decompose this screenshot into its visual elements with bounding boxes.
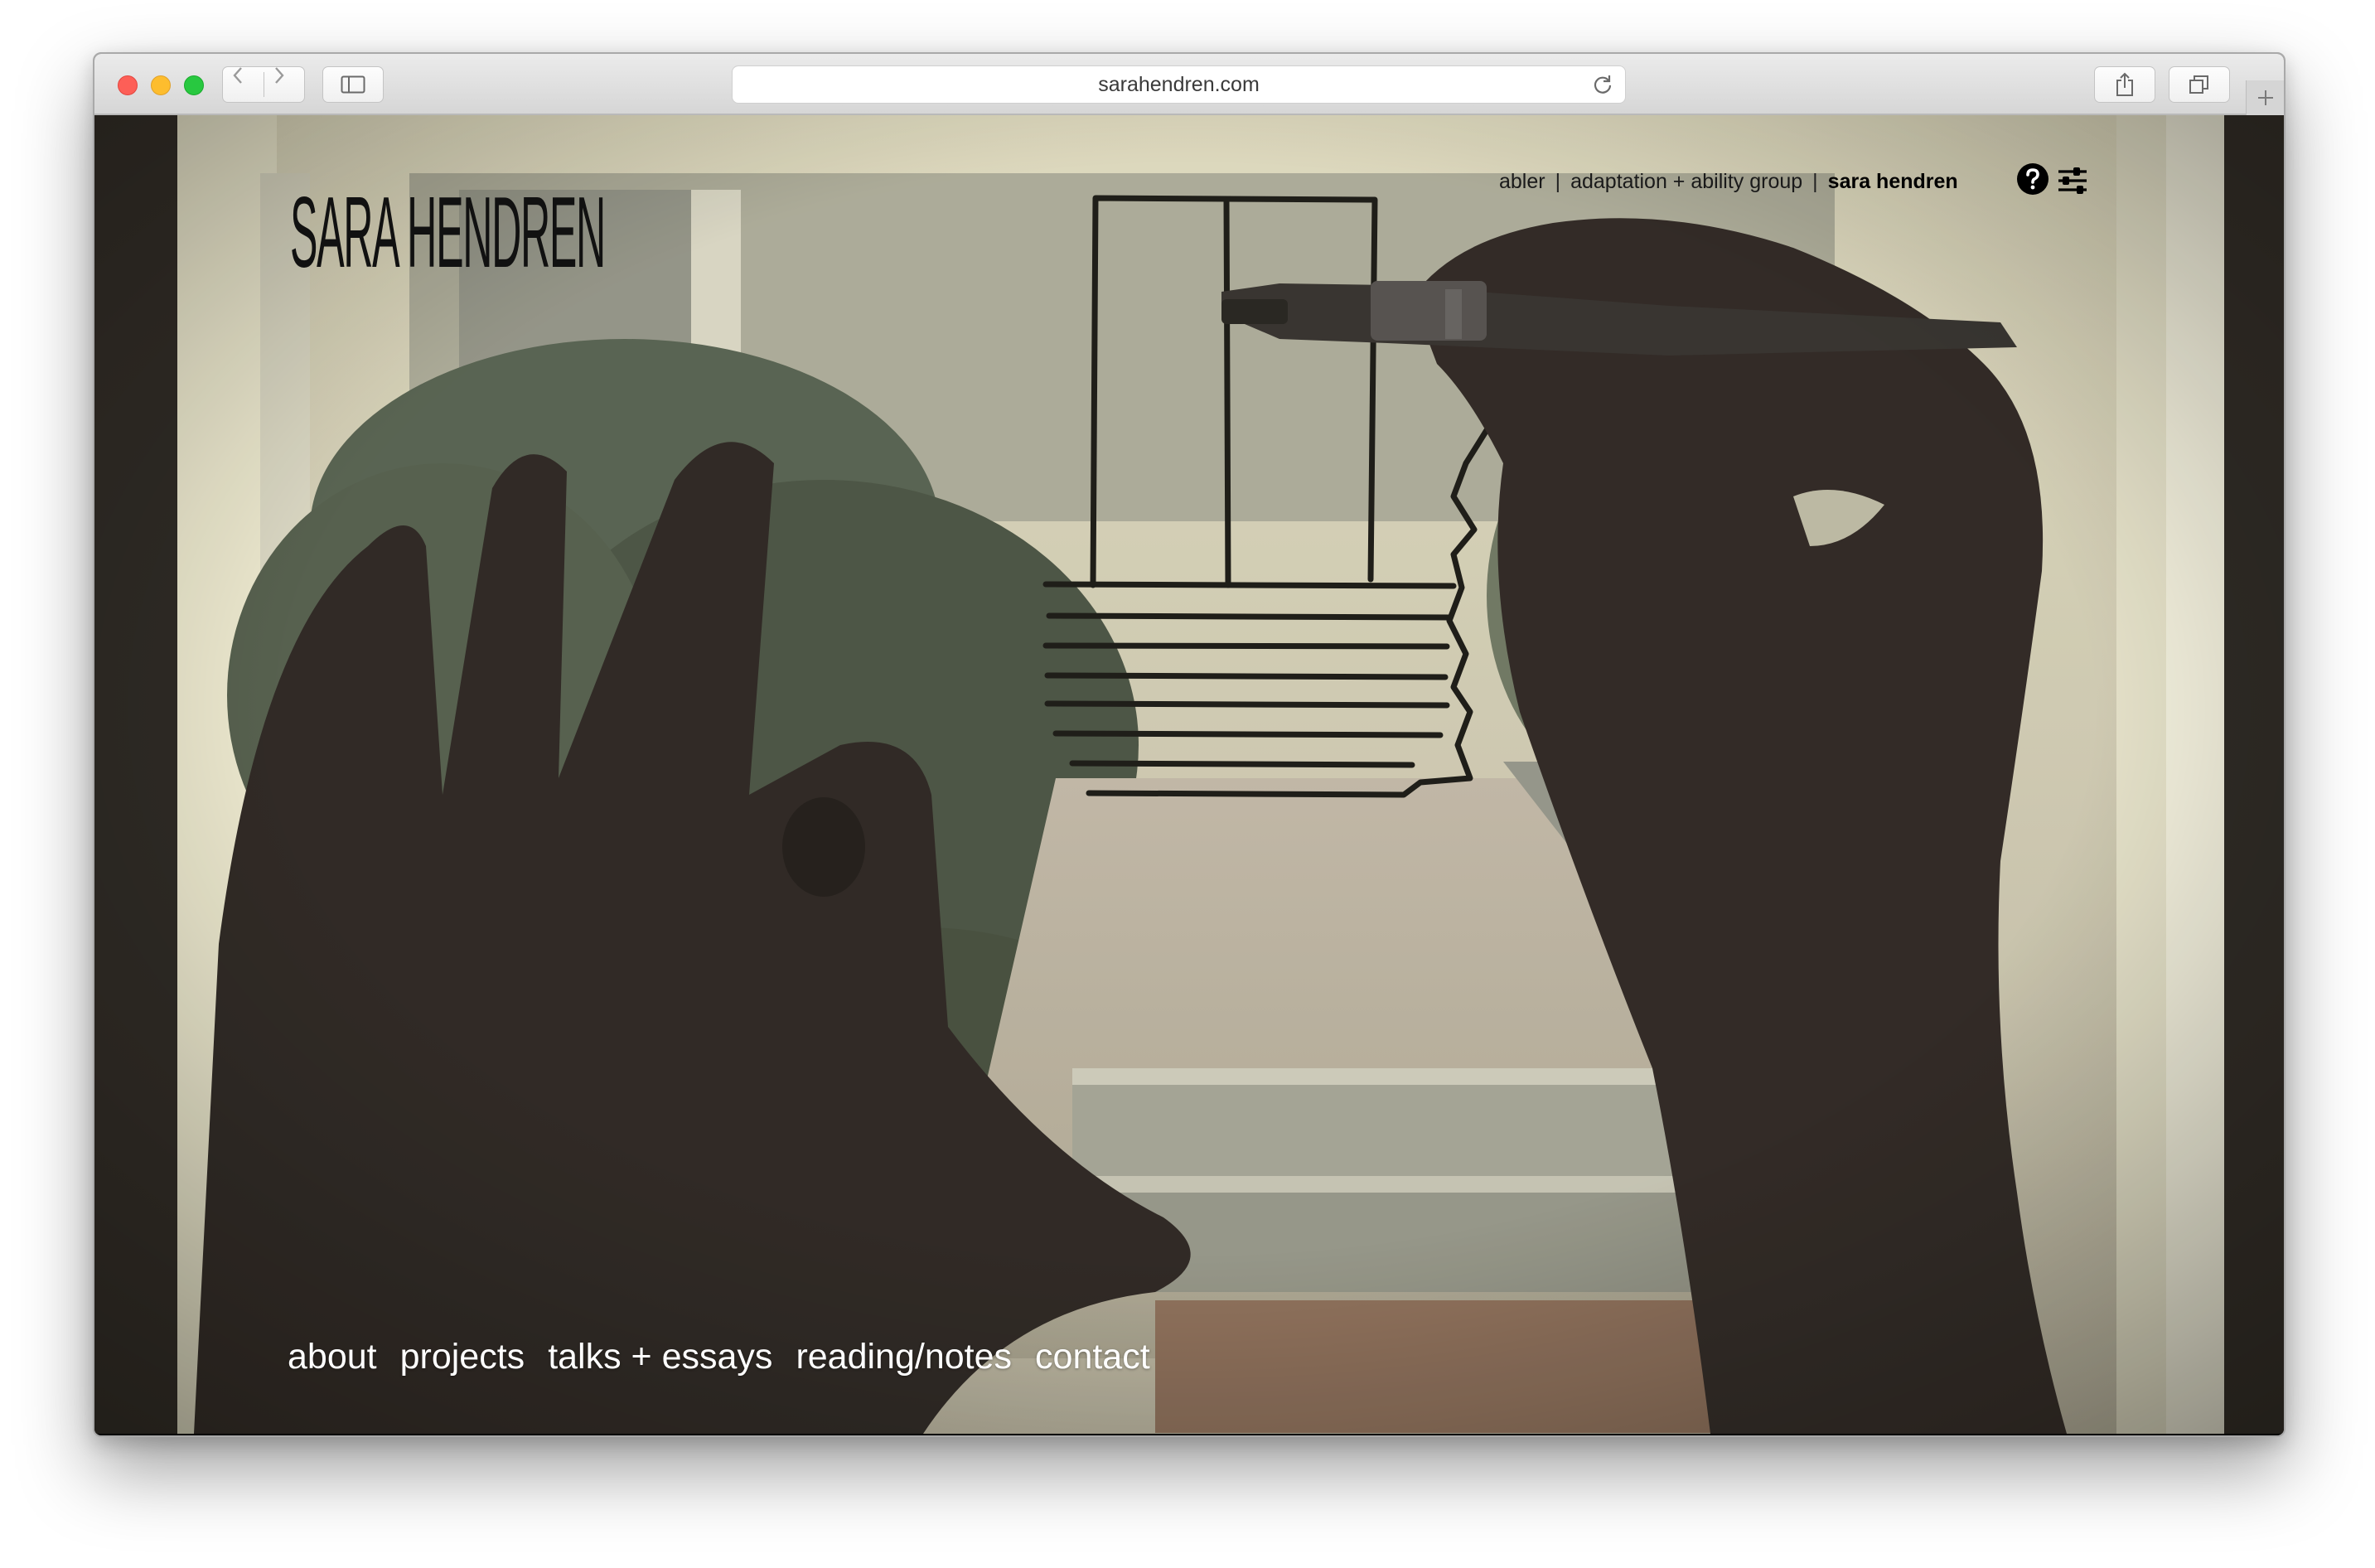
share-button[interactable] bbox=[2094, 66, 2155, 103]
nav-projects[interactable]: projects bbox=[400, 1337, 525, 1377]
chevron-right-icon bbox=[275, 67, 284, 84]
zoom-window-button[interactable] bbox=[184, 75, 204, 95]
top-nav-sara-hendren[interactable]: sara hendren bbox=[1828, 170, 1958, 194]
top-nav-adaptation-ability-group[interactable]: adaptation + ability group bbox=[1570, 170, 1802, 194]
new-tab-button[interactable] bbox=[2246, 80, 2284, 115]
page-content: SARA HENDREN abler | adaptation + abilit… bbox=[94, 115, 2284, 1434]
reload-icon[interactable] bbox=[1592, 74, 1613, 95]
share-icon bbox=[2116, 72, 2133, 96]
url-text: sarahendren.com bbox=[1098, 73, 1260, 96]
browser-toolbar: sarahendren.com bbox=[94, 54, 2284, 115]
back-button[interactable] bbox=[223, 67, 264, 102]
tabs-overview-icon bbox=[2189, 75, 2208, 94]
top-nav-separator: | bbox=[1555, 169, 1561, 193]
tab-overview-button[interactable] bbox=[2169, 66, 2230, 103]
nav-about[interactable]: about bbox=[288, 1337, 377, 1377]
history-nav-group bbox=[222, 66, 305, 103]
browser-window: sarahendren.com SARA HENDREN abler | ada… bbox=[93, 52, 2286, 1437]
top-nav-separator: | bbox=[1812, 169, 1818, 193]
forward-button[interactable] bbox=[264, 67, 305, 102]
minimize-window-button[interactable] bbox=[151, 75, 171, 95]
help-circle-icon[interactable] bbox=[2016, 162, 2049, 196]
hero-image bbox=[94, 115, 2284, 1434]
sidebar-toggle-button[interactable] bbox=[322, 66, 384, 103]
close-window-button[interactable] bbox=[118, 75, 138, 95]
address-bar[interactable]: sarahendren.com bbox=[732, 65, 1626, 104]
chevron-left-icon bbox=[233, 67, 242, 84]
sidebar-icon bbox=[341, 75, 365, 94]
nav-reading-notes[interactable]: reading/notes bbox=[796, 1337, 1012, 1377]
site-logo[interactable]: SARA HENDREN bbox=[290, 182, 606, 284]
nav-talks-essays[interactable]: talks + essays bbox=[548, 1337, 772, 1377]
top-nav-abler[interactable]: abler bbox=[1499, 170, 1545, 194]
main-nav: about projects talks + essays reading/no… bbox=[288, 1337, 1150, 1377]
plus-icon bbox=[2258, 90, 2273, 105]
top-nav: abler | adaptation + ability group | sar… bbox=[1499, 165, 1958, 198]
sliders-icon[interactable] bbox=[2057, 167, 2088, 195]
nav-contact[interactable]: contact bbox=[1035, 1337, 1150, 1377]
